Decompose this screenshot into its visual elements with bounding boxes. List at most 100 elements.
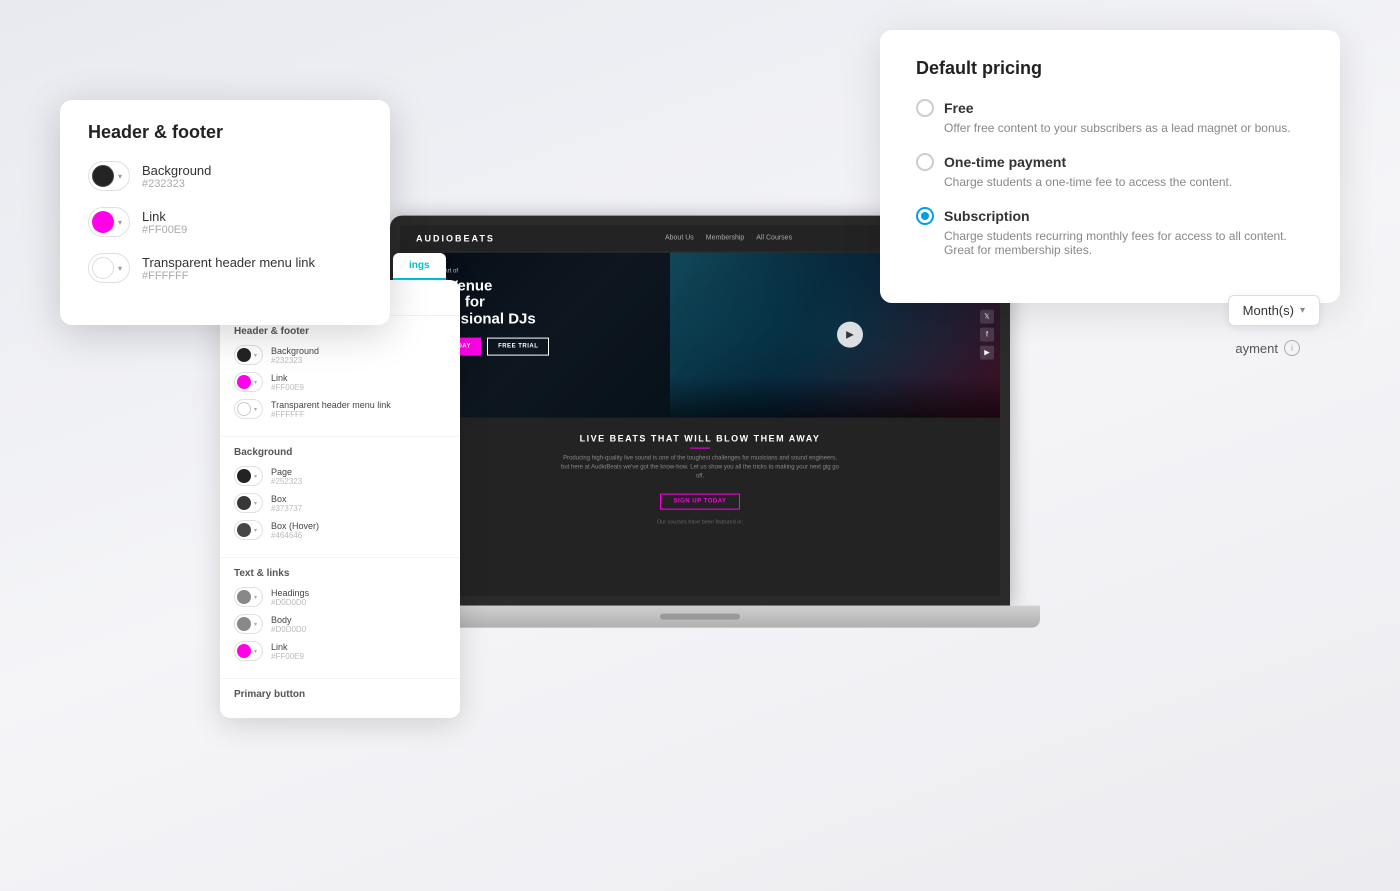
pricing-option-onetime-header: One-time payment — [916, 153, 1304, 171]
inner-row-transparent: ▾ Transparent header menu link #FFFFFF — [234, 399, 446, 419]
nav-about[interactable]: About Us — [665, 235, 694, 242]
below-hero-section: LIVE BEATS THAT WILL BLOW THEM AWAY Prod… — [400, 417, 1000, 541]
tab-strip: ings — [393, 253, 446, 280]
inner-row-box: ▾ Box #373737 — [234, 493, 446, 513]
inner-dot-text-link — [237, 644, 251, 658]
inner-name-headings: Headings — [271, 588, 309, 598]
inner-swatch-headings[interactable]: ▾ — [234, 587, 263, 607]
pricing-desc-subscription: Charge students recurring monthly fees f… — [944, 229, 1304, 257]
color-swatch-transparent[interactable]: ▾ — [88, 253, 130, 283]
inner-dot-headings — [237, 590, 251, 604]
pricing-desc-onetime: Charge students a one-time fee to access… — [944, 175, 1304, 189]
color-label-transparent: Transparent header menu link #FFFFFF — [142, 255, 315, 282]
color-swatch-background[interactable]: ▾ — [88, 161, 130, 191]
inner-swatch-body[interactable]: ▾ — [234, 614, 263, 634]
site-logo: AUDIOBEATS — [416, 233, 495, 243]
radio-free[interactable] — [916, 99, 934, 117]
inner-label-box-hover: Box (Hover) #464646 — [271, 521, 319, 540]
dropdown-arrow-transparent: ▾ — [118, 264, 122, 273]
inner-label-page: Page #252323 — [271, 467, 302, 486]
free-trial-button[interactable]: FREE TRIAL — [487, 338, 549, 356]
color-label-background: Background #232323 — [142, 163, 211, 190]
payment-label-text: ayment — [1235, 341, 1278, 356]
inner-label-transparent: Transparent header menu link #FFFFFF — [271, 400, 391, 419]
site-nav-links: About Us Membership All Courses — [665, 235, 792, 242]
month-label: Month(s) — [1243, 303, 1294, 318]
inner-row-headings: ▾ Headings #D0D0D0 — [234, 587, 446, 607]
inner-swatch-transparent[interactable]: ▾ — [234, 399, 263, 419]
inner-swatch-text-link[interactable]: ▾ — [234, 641, 263, 661]
dropdown-arrow-link: ▾ — [118, 218, 122, 227]
dropdown-arrow-bg: ▾ — [118, 172, 122, 181]
panel-colors: ← Colors Header & footer ▾ Background #2… — [220, 280, 460, 718]
tab-colors[interactable]: ings — [393, 253, 446, 280]
inner-section-text-links: Text & links ▾ Headings #D0D0D0 ▾ Body #… — [220, 558, 460, 679]
pricing-desc-free: Offer free content to your subscribers a… — [944, 121, 1304, 135]
info-icon[interactable]: i — [1284, 340, 1300, 356]
inner-hex-text-link: #FF00E9 — [271, 652, 304, 661]
inner-arrow-page: ▾ — [254, 473, 257, 480]
inner-label-headings: Headings #D0D0D0 — [271, 588, 309, 607]
pricing-title: Default pricing — [916, 58, 1304, 79]
twitter-icon[interactable]: 𝕏 — [980, 310, 994, 324]
inner-name-bg: Background — [271, 346, 319, 356]
color-name-link: Link — [142, 209, 187, 224]
inner-arrow-transparent: ▾ — [254, 406, 257, 413]
inner-name-transparent: Transparent header menu link — [271, 400, 391, 410]
inner-hex-box: #373737 — [271, 504, 302, 513]
youtube-icon[interactable]: ▶ — [980, 346, 994, 360]
inner-hex-bg: #232323 — [271, 356, 319, 365]
accent-line — [690, 447, 710, 449]
inner-dot-box — [237, 496, 251, 510]
inner-swatch-box[interactable]: ▾ — [234, 493, 263, 513]
pricing-option-subscription-header: Subscription — [916, 207, 1304, 225]
play-button[interactable]: ▶ — [837, 322, 863, 348]
inner-dot-transparent — [237, 402, 251, 416]
inner-label-text-link: Link #FF00E9 — [271, 642, 304, 661]
inner-name-box-hover: Box (Hover) — [271, 521, 319, 531]
signup-button[interactable]: SIGN UP TODAY — [660, 494, 739, 510]
inner-arrow-text-link: ▾ — [254, 648, 257, 655]
radio-subscription[interactable] — [916, 207, 934, 225]
hero-social: 𝕏 f ▶ — [980, 310, 994, 360]
color-label-link: Link #FF00E9 — [142, 209, 187, 236]
nav-membership[interactable]: Membership — [706, 235, 745, 242]
inner-label-body: Body #D0D0D0 — [271, 615, 306, 634]
inner-arrow-box-hover: ▾ — [254, 527, 257, 534]
below-hero-title: LIVE BEATS THAT WILL BLOW THEM AWAY — [414, 433, 986, 443]
inner-name-body: Body — [271, 615, 306, 625]
radio-inner-subscription — [921, 212, 929, 220]
inner-swatch-bg[interactable]: ▾ — [234, 345, 263, 365]
color-dot-white — [92, 257, 114, 279]
pricing-option-onetime: One-time payment Charge students a one-t… — [916, 153, 1304, 189]
inner-hex-link: #FF00E9 — [271, 383, 304, 392]
color-row-link: ▾ Link #FF00E9 — [88, 207, 362, 237]
pricing-option-free-header: Free — [916, 99, 1304, 117]
pricing-option-subscription: Subscription Charge students recurring m… — [916, 207, 1304, 257]
inner-arrow-link: ▾ — [254, 379, 257, 386]
payment-info-row: ayment i — [1235, 340, 1300, 356]
color-swatch-link[interactable]: ▾ — [88, 207, 130, 237]
inner-dot-box-hover — [237, 523, 251, 537]
inner-swatch-link[interactable]: ▾ — [234, 372, 263, 392]
month-selector[interactable]: Month(s) ▾ — [1228, 295, 1320, 326]
pricing-label-onetime: One-time payment — [944, 154, 1066, 170]
inner-section-header-footer: Header & footer ▾ Background #232323 ▾ L… — [220, 316, 460, 437]
color-hex-background: #232323 — [142, 178, 211, 190]
inner-row-text-link: ▾ Link #FF00E9 — [234, 641, 446, 661]
color-hex-transparent: #FFFFFF — [142, 270, 315, 282]
inner-arrow-box: ▾ — [254, 500, 257, 507]
inner-hex-body: #D0D0D0 — [271, 625, 306, 634]
inner-arrow-bg: ▾ — [254, 352, 257, 359]
inner-section-background-title: Background — [234, 447, 446, 458]
radio-onetime[interactable] — [916, 153, 934, 171]
nav-courses[interactable]: All Courses — [756, 235, 792, 242]
inner-swatch-box-hover[interactable]: ▾ — [234, 520, 263, 540]
inner-dot-page — [237, 469, 251, 483]
facebook-icon[interactable]: f — [980, 328, 994, 342]
inner-arrow-body: ▾ — [254, 621, 257, 628]
inner-label-box: Box #373737 — [271, 494, 302, 513]
inner-hex-transparent: #FFFFFF — [271, 410, 391, 419]
below-hero-text: Producing high-quality live sound is one… — [560, 455, 840, 482]
inner-swatch-page[interactable]: ▾ — [234, 466, 263, 486]
